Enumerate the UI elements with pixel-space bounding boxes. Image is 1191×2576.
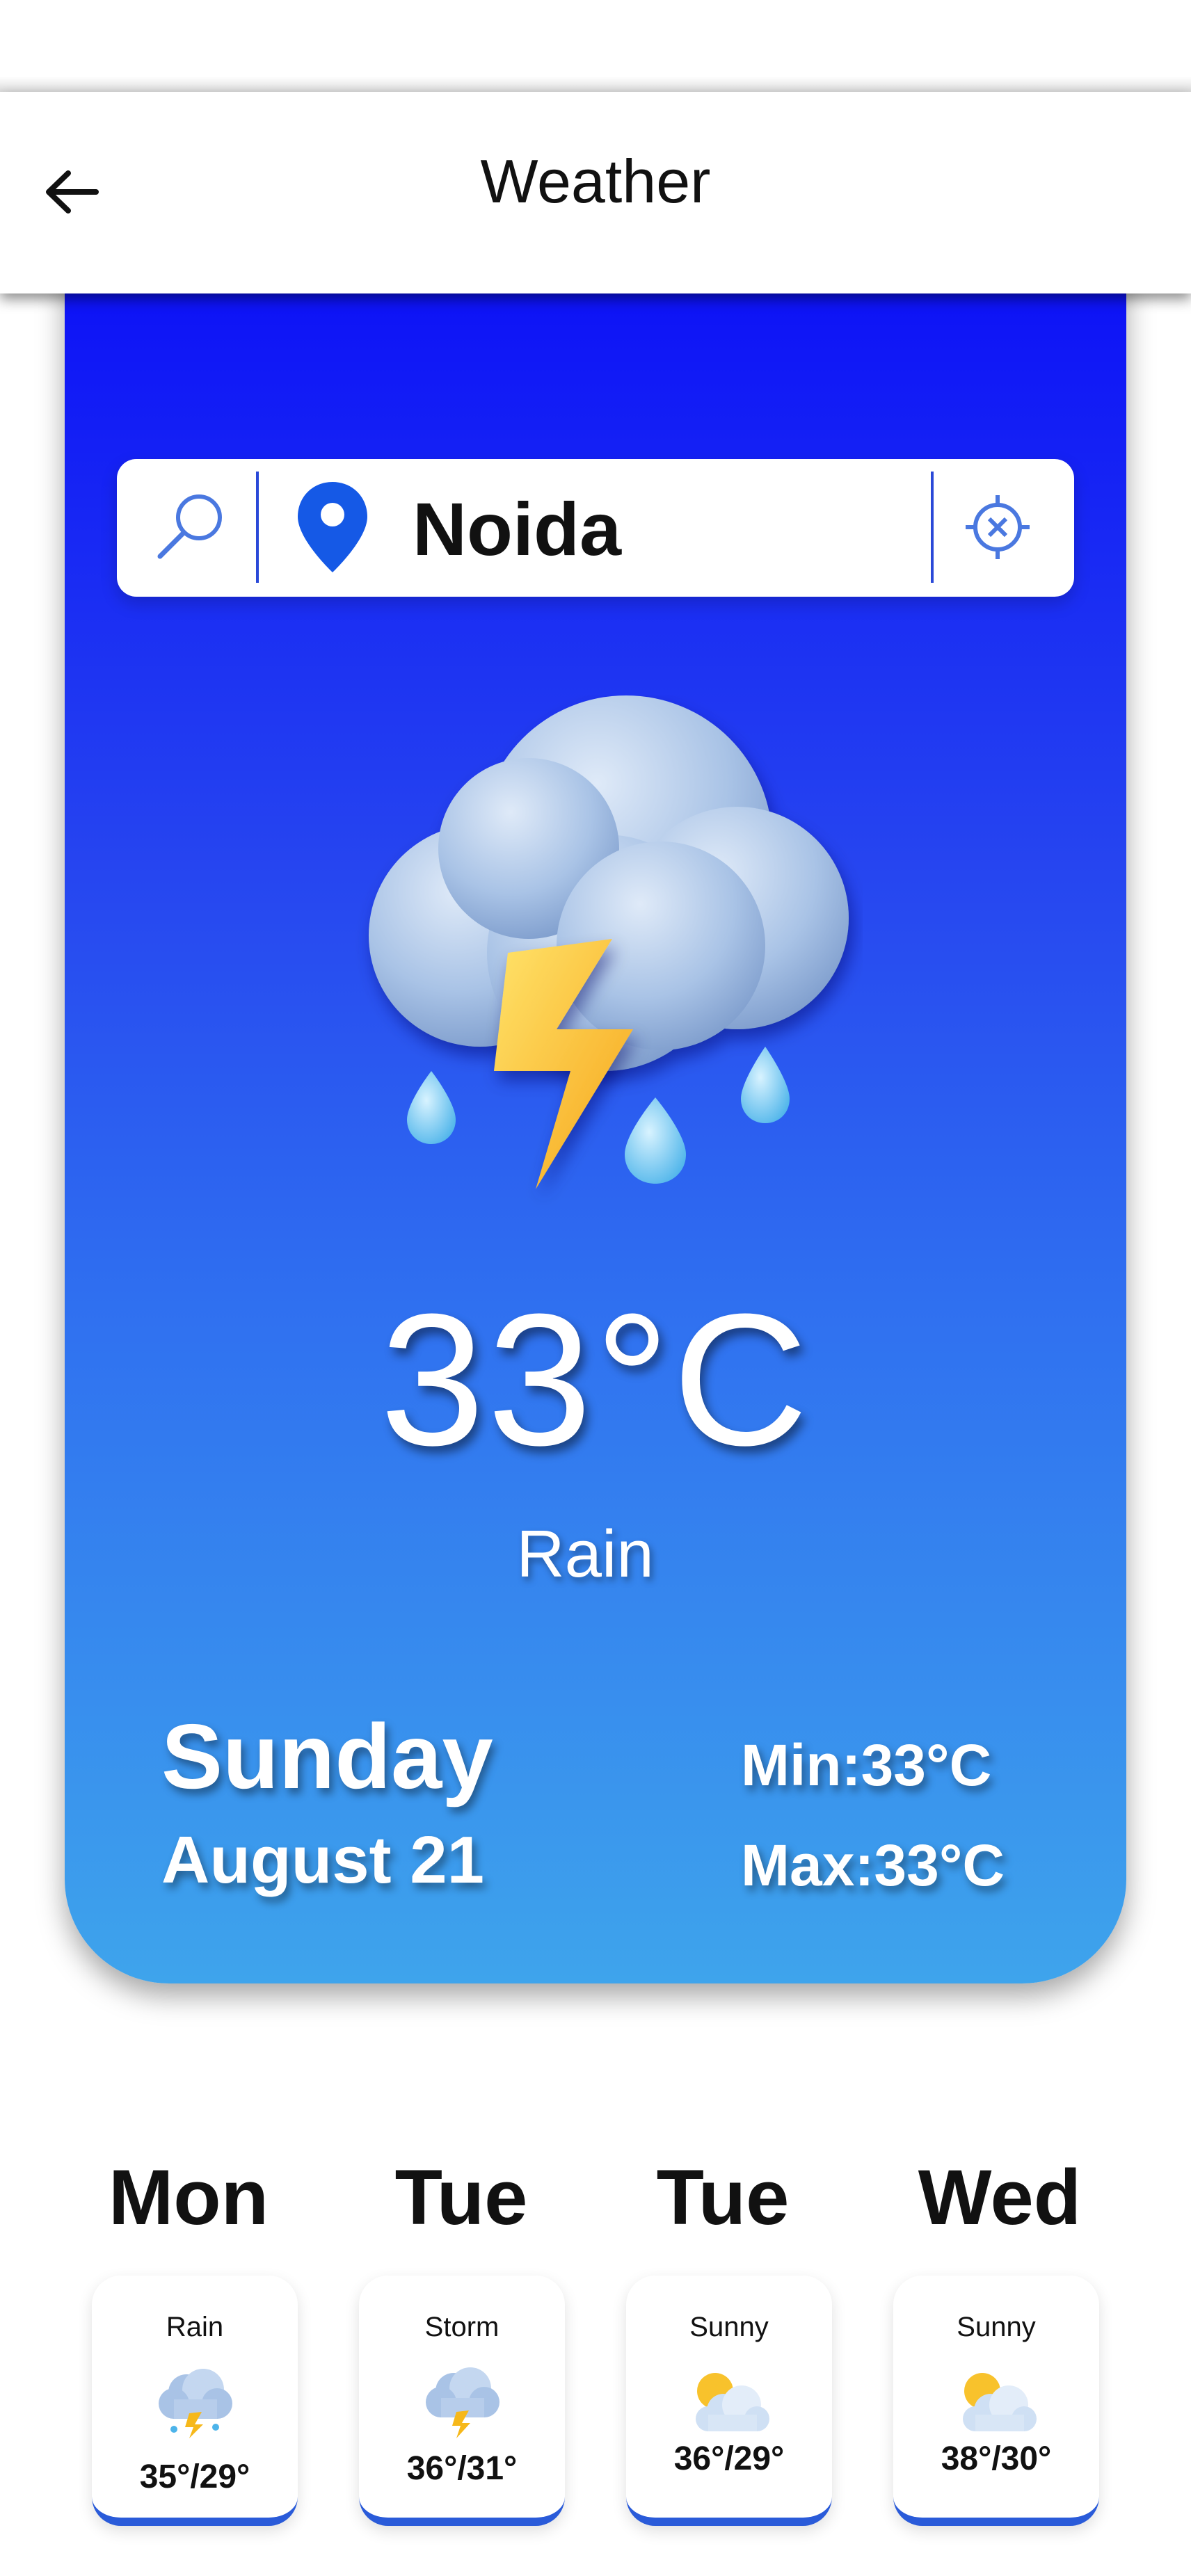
forecast-day-label: Tue [394, 2154, 528, 2241]
thunderstorm-cloud-icon [306, 695, 863, 1210]
sun-behind-cloud-icon [687, 2363, 771, 2440]
forecast-condition: Sunny [957, 2312, 1036, 2342]
forecast-day-label: Tue [656, 2154, 790, 2241]
forecast-temps: 36°/29° [673, 2440, 785, 2477]
forecast-condition: Storm [424, 2312, 499, 2342]
max-temperature: Max:33°C [741, 1833, 1005, 1898]
current-date: August 21 [161, 1823, 485, 1897]
divider [256, 472, 259, 583]
current-day: Sunday [161, 1705, 493, 1808]
forecast-condition: Rain [166, 2312, 224, 2342]
city-input[interactable] [413, 487, 983, 570]
current-location-icon[interactable] [963, 492, 1032, 562]
sun-behind-cloud-icon [954, 2363, 1038, 2440]
forecast-card[interactable]: Rain 35°/29° [92, 2276, 298, 2526]
forecast-card[interactable]: Sunny 38°/30° [893, 2276, 1099, 2526]
forecast-temps: 36°/31° [406, 2450, 518, 2487]
current-condition: Rain [516, 1517, 654, 1591]
forecast-condition: Sunny [689, 2312, 769, 2342]
forecast-card[interactable]: Sunny 36°/29° [626, 2276, 832, 2526]
current-temperature: 33°C [380, 1275, 811, 1485]
forecast-day-label: Wed [918, 2154, 1082, 2241]
app-bar: Weather [0, 92, 1191, 293]
page-title: Weather [480, 147, 711, 216]
location-pin-icon [294, 478, 371, 576]
forecast-day-label: Mon [108, 2154, 269, 2241]
rain-storm-cloud-icon [153, 2363, 237, 2440]
min-temperature: Min:33°C [741, 1732, 992, 1798]
forecast-temps: 35°/29° [139, 2458, 250, 2495]
forecast-temps: 38°/30° [941, 2440, 1052, 2477]
storm-cloud-icon [420, 2363, 504, 2440]
location-search-bar [117, 459, 1074, 597]
divider [931, 472, 934, 583]
forecast-card[interactable]: Storm 36°/31° [359, 2276, 565, 2526]
search-icon[interactable] [150, 484, 234, 567]
